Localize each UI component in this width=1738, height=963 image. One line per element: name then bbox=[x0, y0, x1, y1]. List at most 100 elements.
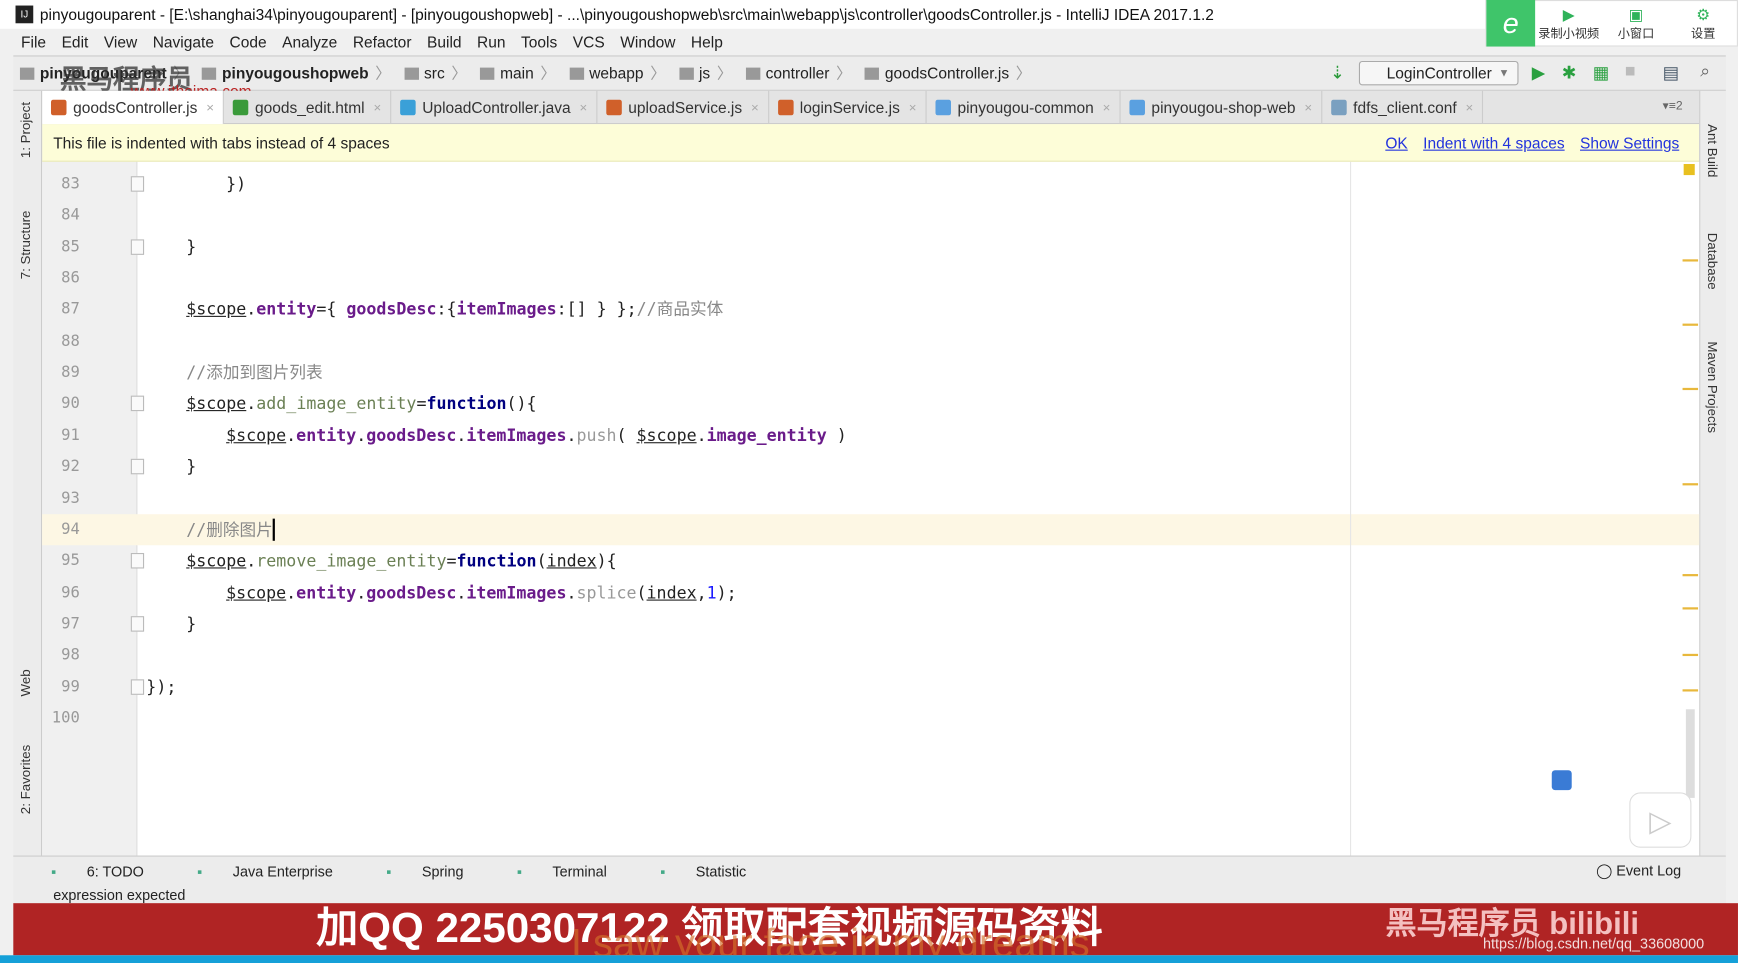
code-token: . bbox=[566, 582, 577, 603]
project-structure-icon[interactable]: ▤ bbox=[1663, 62, 1680, 84]
todo-tool-button[interactable]: ▪ 6: TODO bbox=[51, 863, 170, 880]
code-editor[interactable] bbox=[137, 161, 1700, 856]
close-icon[interactable]: × bbox=[909, 100, 917, 116]
menu-run[interactable]: Run bbox=[469, 33, 513, 51]
code-token: ( bbox=[616, 425, 637, 446]
statistic-tool-button[interactable]: ▪ Statistic bbox=[660, 863, 773, 880]
menu-file[interactable]: File bbox=[13, 33, 54, 51]
close-icon[interactable]: × bbox=[1103, 100, 1111, 116]
assistant-icon[interactable] bbox=[1551, 770, 1572, 791]
error-stripe-mark[interactable] bbox=[1682, 387, 1699, 391]
error-stripe-mark[interactable] bbox=[1682, 689, 1699, 692]
stop-icon[interactable]: ■ bbox=[1625, 62, 1636, 82]
tab-uploadcontroller-java[interactable]: UploadController.java × bbox=[391, 90, 598, 125]
event-log-icon: ◯ bbox=[1596, 862, 1617, 879]
chevron-right-icon: 〉 bbox=[836, 64, 852, 83]
close-icon[interactable]: × bbox=[751, 100, 759, 116]
fold-marker-icon[interactable] bbox=[130, 553, 145, 569]
breadcrumb-item[interactable]: pinyougoushopweb 〉 bbox=[195, 62, 397, 84]
tab-pinyougou-shop-web[interactable]: pinyougou-shop-web × bbox=[1120, 90, 1323, 125]
menu-navigate[interactable]: Navigate bbox=[145, 33, 222, 51]
run-icon[interactable]: ▶ bbox=[1532, 62, 1546, 84]
scrollbar[interactable] bbox=[1685, 709, 1695, 798]
record-video-button[interactable]: ▶ 录制小视频 bbox=[1535, 5, 1602, 42]
close-icon[interactable]: × bbox=[206, 100, 214, 116]
show-settings-link[interactable]: Show Settings bbox=[1580, 134, 1679, 152]
tab-pinyougou-common[interactable]: pinyougou-common × bbox=[926, 90, 1121, 125]
close-icon[interactable]: × bbox=[1304, 100, 1312, 116]
fold-marker-icon[interactable] bbox=[130, 176, 145, 192]
database-tool-button[interactable]: Database bbox=[1705, 233, 1721, 290]
mini-window-button[interactable]: ▣ 小窗口 bbox=[1602, 5, 1669, 42]
fold-marker-icon[interactable] bbox=[130, 239, 145, 255]
tab-label: UploadController.java bbox=[422, 98, 571, 117]
play-icon[interactable]: ▷ bbox=[1629, 792, 1692, 848]
tab-uploadservice-js[interactable]: uploadService.js × bbox=[597, 90, 769, 125]
search-icon[interactable]: ⌕ bbox=[1700, 62, 1710, 82]
code-token: . bbox=[566, 425, 577, 446]
inspection-status-icon[interactable] bbox=[1683, 164, 1695, 176]
menu-window[interactable]: Window bbox=[612, 33, 683, 51]
breadcrumb-item[interactable]: src 〉 bbox=[397, 62, 473, 84]
coverage-icon[interactable]: ▦ bbox=[1593, 62, 1610, 84]
breadcrumb-item[interactable]: controller 〉 bbox=[739, 62, 858, 84]
fold-marker-icon[interactable] bbox=[130, 616, 145, 632]
menu-refactor[interactable]: Refactor bbox=[345, 33, 419, 51]
debug-icon[interactable]: ✱ bbox=[1562, 62, 1577, 84]
breadcrumb-item[interactable]: goodsController.js 〉 bbox=[858, 62, 1038, 84]
menu-edit[interactable]: Edit bbox=[54, 33, 96, 51]
fold-marker-icon[interactable] bbox=[130, 458, 145, 475]
code-token: = bbox=[416, 393, 427, 414]
code-token: itemImages bbox=[466, 425, 567, 446]
error-stripe-mark[interactable] bbox=[1682, 574, 1699, 577]
ok-link[interactable]: OK bbox=[1385, 134, 1407, 152]
sort-icon[interactable]: ⇣ bbox=[1330, 62, 1345, 84]
run-config-select[interactable]: LoginController ▼ bbox=[1358, 60, 1519, 86]
terminal-tool-button[interactable]: ▪ Terminal bbox=[517, 863, 634, 880]
code-token: $scope bbox=[186, 299, 247, 320]
breadcrumb-item[interactable]: main 〉 bbox=[474, 62, 563, 84]
code-token: :[] } }; bbox=[556, 299, 637, 320]
indent-with-spaces-link[interactable]: Indent with 4 spaces bbox=[1423, 134, 1564, 152]
menu-vcs[interactable]: VCS bbox=[565, 33, 612, 51]
event-log-button[interactable]: ◯ Event Log bbox=[1596, 862, 1681, 880]
js-file-icon bbox=[606, 99, 622, 116]
menu-tools[interactable]: Tools bbox=[513, 33, 565, 51]
menu-build[interactable]: Build bbox=[419, 33, 469, 51]
menu-code[interactable]: Code bbox=[222, 33, 275, 51]
tv-icon: ▣ bbox=[1628, 4, 1644, 23]
fold-marker-icon[interactable] bbox=[130, 678, 145, 695]
error-stripe-mark[interactable] bbox=[1682, 259, 1699, 262]
structure-tool-button[interactable]: 7: Structure bbox=[18, 211, 34, 280]
close-icon[interactable]: × bbox=[1466, 100, 1474, 116]
video-icon: ▶ bbox=[1562, 4, 1575, 23]
spring-tool-button[interactable]: ▪ Spring bbox=[386, 863, 490, 880]
tab-goodscontroller-js[interactable]: goodsController.js × bbox=[42, 90, 224, 125]
menu-view[interactable]: View bbox=[96, 33, 145, 51]
error-stripe-mark[interactable] bbox=[1682, 483, 1699, 486]
tab-loginservice-js[interactable]: loginService.js × bbox=[769, 90, 927, 125]
menu-help[interactable]: Help bbox=[683, 33, 730, 51]
tab-fdfs-client-conf[interactable]: fdfs_client.conf × bbox=[1322, 90, 1484, 125]
error-stripe-mark[interactable] bbox=[1682, 653, 1699, 657]
error-stripe-mark[interactable] bbox=[1682, 607, 1699, 610]
close-icon[interactable]: × bbox=[373, 100, 381, 116]
breadcrumb-item[interactable]: js 〉 bbox=[672, 62, 739, 84]
menu-analyze[interactable]: Analyze bbox=[274, 33, 345, 51]
tab-goods-edit-html[interactable]: goods_edit.html × bbox=[224, 90, 392, 125]
settings-button[interactable]: ⚙ 设置 bbox=[1670, 5, 1737, 42]
project-tool-button[interactable]: 1: Project bbox=[18, 102, 34, 158]
maven-projects-tool-button[interactable]: Maven Projects bbox=[1705, 341, 1721, 433]
tabs-overflow-button[interactable]: ▾≡2 bbox=[1663, 99, 1683, 113]
code-line: }) bbox=[226, 168, 246, 199]
code-token: goodsDesc bbox=[366, 582, 457, 603]
code-line: //删除图片 bbox=[186, 514, 275, 545]
web-tool-button[interactable]: Web bbox=[18, 669, 34, 696]
breadcrumb-item[interactable]: webapp 〉 bbox=[563, 62, 673, 84]
fold-marker-icon[interactable] bbox=[130, 396, 145, 412]
ant-build-tool-button[interactable]: Ant Build bbox=[1705, 124, 1721, 177]
close-icon[interactable]: × bbox=[579, 100, 587, 116]
error-stripe-mark[interactable] bbox=[1682, 323, 1699, 326]
favorites-tool-button[interactable]: 2: Favorites bbox=[18, 745, 34, 814]
java-enterprise-tool-button[interactable]: ▪ Java Enterprise bbox=[197, 863, 359, 880]
